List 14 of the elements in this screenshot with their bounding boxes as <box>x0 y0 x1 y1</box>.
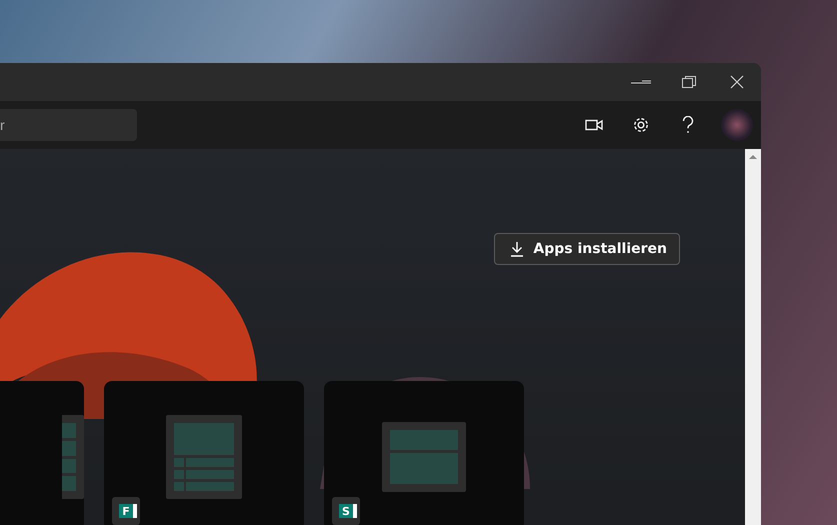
minimize-icon <box>630 79 652 85</box>
template-card[interactable]: S <box>324 381 524 525</box>
template-card[interactable]: F <box>104 381 304 525</box>
search-field[interactable]: r <box>0 109 137 141</box>
restore-icon <box>681 75 697 89</box>
install-apps-button[interactable]: Apps installieren <box>494 233 680 265</box>
avatar-icon[interactable] <box>721 109 753 141</box>
download-icon <box>510 241 524 257</box>
scroll-up-arrow-icon[interactable] <box>749 154 757 160</box>
close-icon <box>730 75 744 89</box>
app-icon: F <box>119 504 133 518</box>
scrollbar[interactable] <box>745 149 761 525</box>
app-icon: S <box>339 504 353 518</box>
template-card[interactable] <box>0 381 84 525</box>
